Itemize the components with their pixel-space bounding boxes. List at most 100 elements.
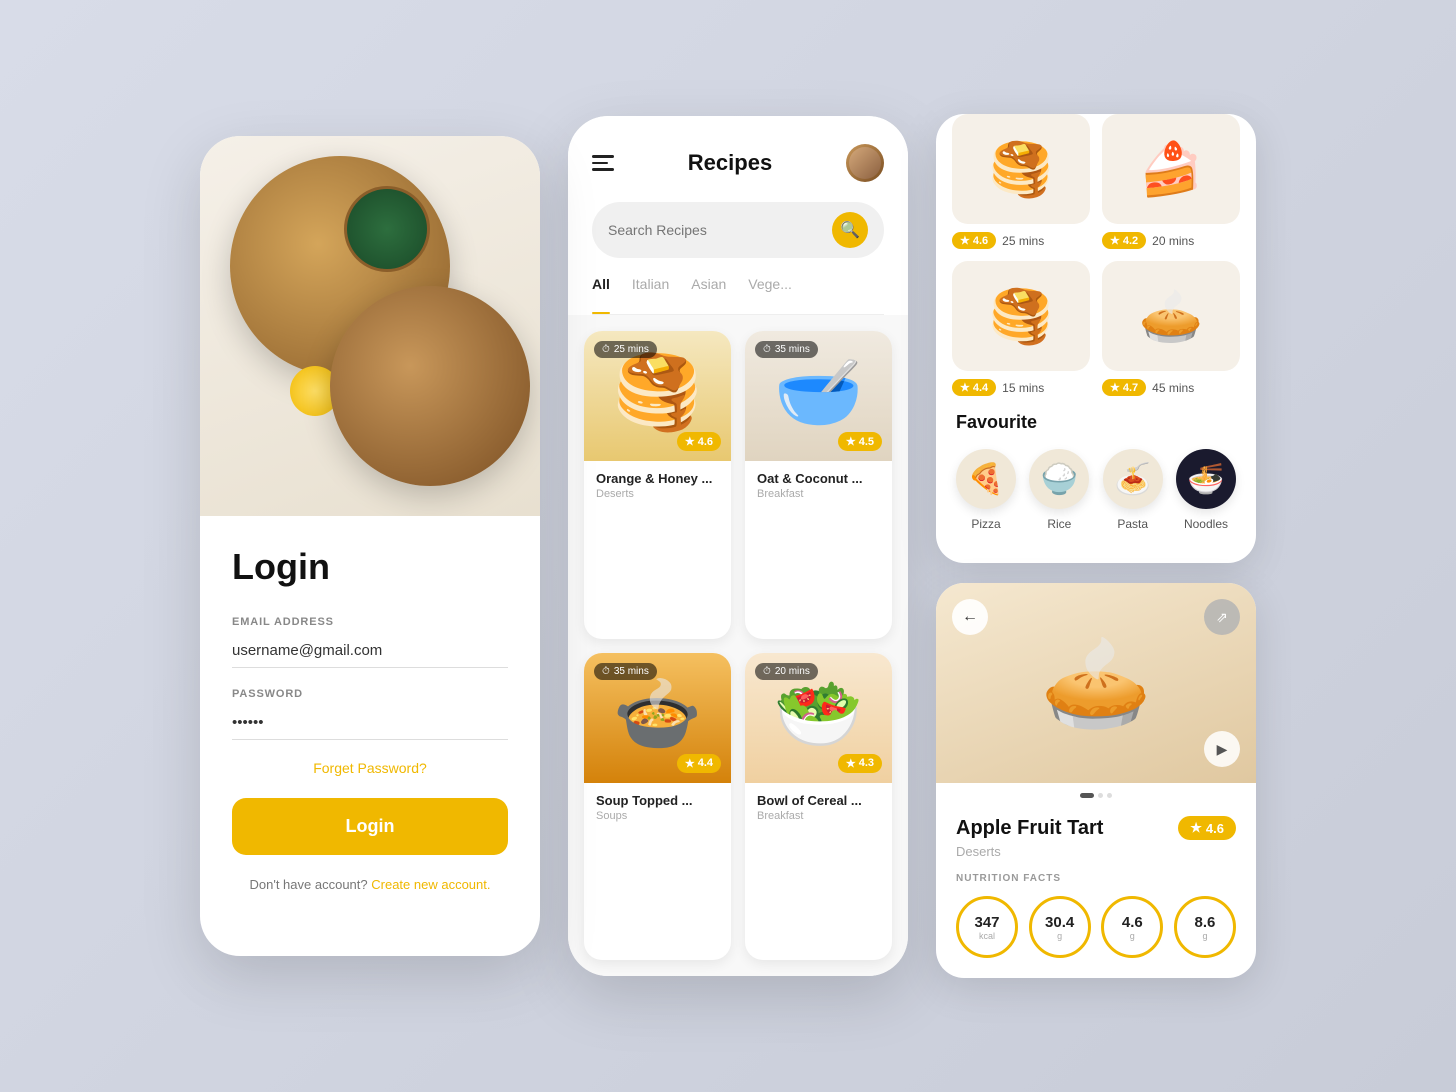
category-tabs: All Italian Asian Vege...: [592, 276, 884, 315]
tab-asian[interactable]: Asian: [691, 276, 726, 300]
nutrition-value-0: 347: [974, 914, 999, 931]
rating-text-1: 4.5: [859, 436, 874, 448]
login-title: Login: [232, 546, 508, 588]
email-form-group: EMAIL ADDRESS: [232, 616, 508, 668]
clock-icon-3: ⏱: [763, 666, 771, 677]
time-text-2: 35 mins: [614, 666, 649, 677]
rating-list-2: 4.4: [973, 382, 988, 394]
email-label: EMAIL ADDRESS: [232, 616, 508, 628]
recipe-category-1: Breakfast: [757, 488, 880, 500]
email-field[interactable]: [232, 634, 508, 668]
time-list-0: 25 mins: [1002, 234, 1044, 248]
recipe-list-item-2[interactable]: 🥞 ★ 4.4 15 mins: [952, 261, 1090, 396]
recipe-card-image-0: ⏱ 25 mins ★ 4.6: [584, 331, 731, 461]
recipe-name-0: Orange & Honey ...: [596, 471, 719, 486]
recipe-list-item-1[interactable]: 🍰 ★ 4.2 20 mins: [1102, 114, 1240, 249]
star-icon-list-0: ★: [960, 234, 970, 247]
rating-text-2: 4.4: [698, 757, 713, 769]
food-bowl-2: [330, 286, 530, 486]
tab-all[interactable]: All: [592, 276, 610, 300]
fav-circle-rice: 🍚: [1029, 449, 1089, 509]
fav-circle-pizza: 🍕: [956, 449, 1016, 509]
star-icon-list-3: ★: [1110, 381, 1120, 394]
recipe-name-3: Bowl of Cereal ...: [757, 793, 880, 808]
recipe-card-info-0: Orange & Honey ... Deserts: [584, 461, 731, 512]
recipe-card-image-2: ⏱ 35 mins ★ 4.4: [584, 653, 731, 783]
menu-line-1: [592, 155, 614, 158]
recipe-card-1[interactable]: ⏱ 35 mins ★ 4.5 Oat & Coconut ... Breakf…: [745, 331, 892, 639]
fav-item-pizza[interactable]: 🍕 Pizza: [956, 449, 1016, 531]
search-icon: 🔍: [840, 220, 860, 240]
right-panel: 🥞 ★ 4.6 25 mins 🍰 ★ 4.2: [936, 114, 1256, 978]
star-badge-0: ★ 4.6: [952, 232, 996, 249]
search-input[interactable]: [608, 222, 822, 238]
forgot-password-link[interactable]: Forget Password?: [232, 760, 508, 776]
menu-icon[interactable]: [592, 155, 614, 171]
fav-circle-pasta: 🍝: [1103, 449, 1163, 509]
star-icon-3: ★: [846, 757, 856, 770]
menu-line-3: [592, 168, 614, 171]
play-button[interactable]: ▶: [1204, 731, 1240, 767]
recipe-card-0[interactable]: ⏱ 25 mins ★ 4.6 Orange & Honey ... Deser…: [584, 331, 731, 639]
fav-item-pasta[interactable]: 🍝 Pasta: [1103, 449, 1163, 531]
avatar[interactable]: [846, 144, 884, 182]
back-button[interactable]: ←: [952, 599, 988, 635]
detail-food-emoji: 🥧: [1040, 631, 1152, 736]
star-icon-2: ★: [685, 757, 695, 770]
login-content: Login EMAIL ADDRESS PASSWORD Forget Pass…: [200, 516, 540, 956]
time-text-3: 20 mins: [775, 666, 810, 677]
recipe-list-grid: 🥞 ★ 4.6 25 mins 🍰 ★ 4.2: [936, 114, 1256, 412]
fav-item-noodles[interactable]: 🍜 Noodles: [1176, 449, 1236, 531]
fav-circle-noodles: 🍜: [1176, 449, 1236, 509]
password-form-group: PASSWORD: [232, 688, 508, 740]
detail-info: Apple Fruit Tart ★ 4.6 Deserts NUTRITION…: [936, 802, 1256, 978]
nutrition-title: NUTRITION FACTS: [956, 873, 1236, 884]
login-button[interactable]: Login: [232, 798, 508, 855]
fav-label-noodles: Noodles: [1184, 517, 1228, 531]
fav-item-rice[interactable]: 🍚 Rice: [1029, 449, 1089, 531]
menu-line-2: [592, 162, 608, 165]
star-badge-1: ★ 4.2: [1102, 232, 1146, 249]
star-icon-0: ★: [685, 435, 695, 448]
tab-vege[interactable]: Vege...: [748, 276, 792, 300]
nutrition-value-3: 8.6: [1195, 914, 1216, 931]
recipes-top-bar: Recipes: [592, 144, 884, 182]
recipe-name-1: Oat & Coconut ...: [757, 471, 880, 486]
time-badge-0: ⏱ 25 mins: [594, 341, 657, 358]
recipe-card-3[interactable]: ⏱ 20 mins ★ 4.3 Bowl of Cereal ... Break…: [745, 653, 892, 961]
tab-italian[interactable]: Italian: [632, 276, 669, 300]
detail-header: Apple Fruit Tart ★ 4.6: [956, 816, 1236, 840]
login-screen: Login EMAIL ADDRESS PASSWORD Forget Pass…: [200, 136, 540, 956]
recipe-list-card: 🥞 ★ 4.6 25 mins 🍰 ★ 4.2: [936, 114, 1256, 563]
detail-card-image: 🥧 ← ⇗ ▶: [936, 583, 1256, 783]
recipe-card-2[interactable]: ⏱ 35 mins ★ 4.4 Soup Topped ... Soups: [584, 653, 731, 961]
recipe-card-image-3: ⏱ 20 mins ★ 4.3: [745, 653, 892, 783]
rating-text-0: 4.6: [698, 436, 713, 448]
nutrition-unit-2: g: [1130, 931, 1135, 941]
recipe-list-item-0[interactable]: 🥞 ★ 4.6 25 mins: [952, 114, 1090, 249]
recipes-screen: Recipes 🔍 All Italian Asian Vege...: [568, 116, 908, 976]
recipe-list-meta-2: ★ 4.4 15 mins: [952, 379, 1090, 396]
recipe-list-meta-3: ★ 4.7 45 mins: [1102, 379, 1240, 396]
password-field[interactable]: [232, 706, 508, 740]
nutrition-circle-2: 4.6 g: [1101, 896, 1163, 958]
recipes-grid: ⏱ 25 mins ★ 4.6 Orange & Honey ... Deser…: [568, 315, 908, 976]
avatar-inner: [849, 147, 881, 179]
search-button[interactable]: 🔍: [832, 212, 868, 248]
recipe-card-info-2: Soup Topped ... Soups: [584, 783, 731, 834]
recipe-card-info-3: Bowl of Cereal ... Breakfast: [745, 783, 892, 834]
fav-label-rice: Rice: [1047, 517, 1071, 531]
create-account-section: Don't have account? Create new account.: [232, 877, 508, 892]
share-button[interactable]: ⇗: [1204, 599, 1240, 635]
login-food-image: [200, 136, 540, 516]
star-badge-3: ★ 4.7: [1102, 379, 1146, 396]
create-account-link[interactable]: Create new account.: [371, 877, 490, 892]
nutrition-circles: 347 kcal 30.4 g 4.6 g 8.6 g: [956, 896, 1236, 958]
recipe-category-3: Breakfast: [757, 810, 880, 822]
recipe-list-item-3[interactable]: 🥧 ★ 4.7 45 mins: [1102, 261, 1240, 396]
favourites-grid: 🍕 Pizza 🍚 Rice 🍝 Pasta 🍜 Noodles: [956, 449, 1236, 531]
recipe-list-img-0: 🥞: [952, 114, 1090, 224]
time-badge-3: ⏱ 20 mins: [755, 663, 818, 680]
detail-category: Deserts: [956, 844, 1236, 859]
recipe-category-2: Soups: [596, 810, 719, 822]
